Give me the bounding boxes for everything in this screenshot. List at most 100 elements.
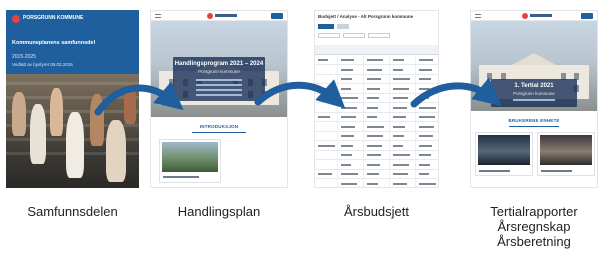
table-cell [341, 106, 357, 109]
table-cell [341, 173, 358, 175]
caption-arsbudsjett: Årsbudsjett [343, 204, 410, 219]
table-cell [393, 59, 404, 61]
table-cell [367, 78, 381, 80]
table-cell [318, 59, 328, 61]
table-cell [367, 163, 380, 166]
table-cell [419, 87, 430, 90]
cover-header: PORSGRUNN KOMMUNE Kommuneplanens samfunn… [6, 10, 139, 74]
table-cell [341, 59, 354, 61]
table-row [315, 188, 438, 189]
table-cell [367, 97, 379, 99]
table-cell [367, 173, 379, 175]
table-row [315, 102, 438, 103]
caption-tertialrapporter: Tertialrapporter [490, 204, 578, 219]
table-row [315, 83, 438, 84]
cover-title: Kommuneplanens samfunnsdel [12, 40, 96, 46]
logo-icon [12, 15, 20, 23]
section-heading: BRUKERENE ENHETE [508, 118, 560, 123]
hero-title: 1. Tertial 2021 [514, 83, 554, 89]
table-row [315, 130, 438, 132]
tertialrapport-screenshot: 1. Tertial 2021 Porsgrunn kommune BRUKER… [470, 10, 598, 188]
logo-icon [207, 13, 213, 19]
arsbudsjett-screenshot: Budsjett / Analyse - Alt Porsgrunn kommu… [314, 10, 439, 188]
hero-image-town-hall: 1. Tertial 2021 Porsgrunn kommune [471, 21, 597, 111]
hero-image-town-hall: Handlingsprogram 2021 – 2024 Porsgrunn k… [151, 21, 287, 117]
table-cell [341, 68, 353, 71]
cover-date: Vedtatt av bystyret 05.02.2015 [12, 62, 73, 67]
table-cell [367, 182, 378, 185]
table-cell [419, 116, 435, 118]
caption-handlingsplan: Handlingsplan [177, 204, 261, 219]
hero-subtitle: Porsgrunn kommune [198, 69, 240, 74]
table-cell [393, 125, 405, 128]
table-cell [419, 106, 436, 109]
table-cell [367, 125, 384, 128]
table-cell [341, 78, 352, 80]
web-topbar [471, 11, 597, 21]
table-row [315, 159, 438, 160]
caption-arsberetning: Årsberetning [497, 234, 571, 249]
table-cell [367, 59, 383, 61]
table-cell [419, 182, 436, 185]
table-cell [419, 59, 433, 61]
cover-org: PORSGRUNN KOMMUNE [23, 15, 84, 21]
logo-icon [522, 13, 528, 19]
table-cell [393, 144, 403, 147]
table-cell [393, 154, 410, 156]
table-cell [393, 78, 410, 80]
table-row [315, 149, 438, 151]
table-cell [318, 173, 332, 175]
table-row [315, 92, 438, 94]
cover-photo-children [6, 74, 139, 188]
table-cell [367, 135, 383, 137]
table-cell [367, 116, 377, 118]
table-cell [367, 154, 381, 156]
section-heading: INTRODUKSJON [199, 124, 239, 129]
hero-overlay: 1. Tertial 2021 Porsgrunn kommune [491, 79, 577, 107]
table-cell [393, 87, 409, 90]
table-cell [341, 182, 357, 185]
table-cell [341, 163, 351, 166]
handlingsplan-screenshot: Handlingsprogram 2021 – 2024 Porsgrunn k… [150, 10, 288, 188]
table-cell [419, 68, 432, 71]
hero-title: Handlingsprogram 2021 – 2024 [174, 61, 264, 67]
table-cell [341, 116, 356, 118]
table-cell [341, 144, 353, 147]
table-cell [318, 144, 335, 147]
table-cell [367, 106, 378, 109]
table-cell [341, 135, 354, 137]
content-card[interactable] [159, 139, 221, 183]
samfunnsdel-cover: PORSGRUNN KOMMUNE Kommuneplanens samfunn… [6, 10, 139, 188]
table-cell [367, 68, 382, 71]
table-row [315, 121, 438, 122]
table-cell [393, 97, 408, 99]
table-cell [318, 116, 330, 118]
hero-subtitle: Porsgrunn kommune [513, 91, 555, 96]
menu-icon [475, 14, 481, 18]
content-card[interactable] [475, 132, 533, 176]
sheet-tab[interactable] [318, 24, 334, 29]
table-cell [419, 97, 429, 99]
table-cell [341, 97, 358, 99]
table-row [315, 140, 438, 141]
table-cell [393, 182, 407, 185]
content-card[interactable] [537, 132, 595, 176]
cover-years: 2015-2025 [12, 54, 36, 60]
table-cell [393, 68, 403, 71]
table-cell [367, 87, 380, 90]
table-cell [419, 154, 431, 156]
table-row [315, 178, 438, 179]
table-row [315, 111, 438, 113]
table-cell [393, 135, 404, 137]
caption-samfunnsdel: Samfunnsdelen [27, 204, 118, 219]
table-row [315, 73, 438, 75]
table-cell [393, 116, 406, 118]
menu-icon [155, 14, 161, 18]
sheet-title: Budsjett / Analyse - Alt Porsgrunn kommu… [318, 14, 414, 19]
table-cell [367, 144, 382, 147]
table-cell [419, 144, 432, 147]
table-cell [341, 87, 351, 90]
table-row [315, 168, 438, 170]
table-cell [419, 173, 429, 175]
table-cell [419, 163, 430, 166]
